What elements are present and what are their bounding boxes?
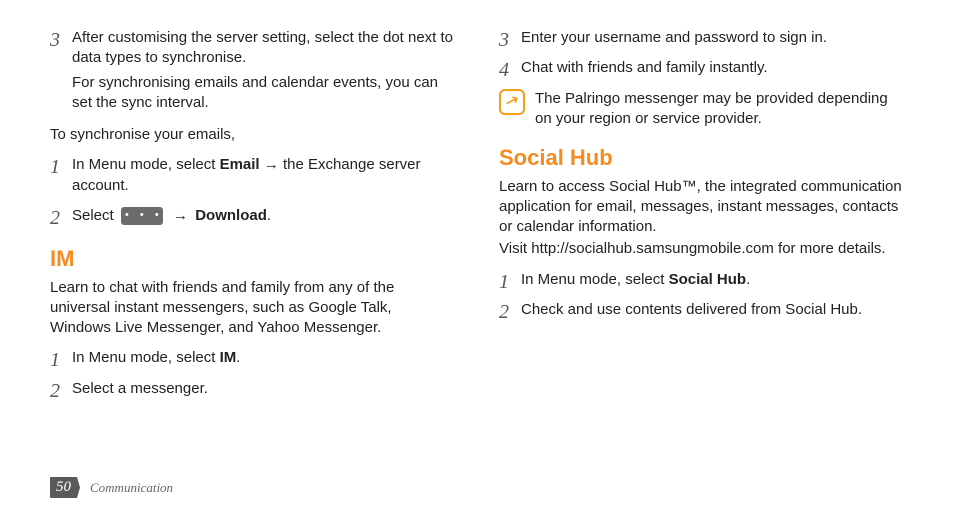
sh-intro-1: Learn to access Social Hub™, the integra… xyxy=(499,177,904,238)
step-text: In Menu mode, select Email → the Exchang… xyxy=(72,155,455,196)
note-icon xyxy=(499,89,525,115)
right-column: 3 Enter your username and password to si… xyxy=(499,28,904,409)
more-dots-icon: • • • xyxy=(121,207,163,225)
step-number: 2 xyxy=(499,300,521,324)
step-number: 1 xyxy=(50,155,72,200)
arrow: → xyxy=(169,207,192,224)
step-number: 3 xyxy=(50,28,72,117)
im-intro: Learn to chat with friends and family fr… xyxy=(50,278,455,339)
bold-download: Download xyxy=(195,207,267,224)
bold-im: IM xyxy=(220,349,237,366)
sync-intro: To synchronise your emails, xyxy=(50,125,455,145)
step-body: Check and use contents delivered from So… xyxy=(521,300,904,324)
step-body: In Menu mode, select Email → the Exchang… xyxy=(72,155,455,200)
step-text: In Menu mode, select IM. xyxy=(72,348,455,368)
step-body: In Menu mode, select IM. xyxy=(72,348,455,372)
text: . xyxy=(746,271,750,288)
section-title-social-hub: Social Hub xyxy=(499,143,904,173)
sh-step-2: 2 Check and use contents delivered from … xyxy=(499,300,904,324)
bold-social-hub: Social Hub xyxy=(669,271,747,288)
right-step-4: 4 Chat with friends and family instantly… xyxy=(499,58,904,82)
step-text: Check and use contents delivered from So… xyxy=(521,300,904,320)
step-number: 3 xyxy=(499,28,521,52)
section-title-im: IM xyxy=(50,244,455,274)
bold-email: Email xyxy=(220,156,260,173)
step-body: Enter your username and password to sign… xyxy=(521,28,904,52)
page-number: 50 xyxy=(50,477,80,498)
step-number: 1 xyxy=(50,348,72,372)
step-number: 2 xyxy=(50,379,72,403)
step-text: After customising the server setting, se… xyxy=(72,28,455,69)
step-text: Chat with friends and family instantly. xyxy=(521,58,904,78)
right-step-3: 3 Enter your username and password to si… xyxy=(499,28,904,52)
left-column: 3 After customising the server setting, … xyxy=(50,28,455,409)
step-text: Select a messenger. xyxy=(72,379,455,399)
text: . xyxy=(236,349,240,366)
sync-step-1: 1 In Menu mode, select Email → the Excha… xyxy=(50,155,455,200)
text: In Menu mode, select xyxy=(72,156,220,173)
text: In Menu mode, select xyxy=(521,271,669,288)
text: . xyxy=(267,207,271,224)
note-text: The Palringo messenger may be provided d… xyxy=(535,89,904,130)
step-text: Enter your username and password to sign… xyxy=(521,28,904,48)
step-body: In Menu mode, select Social Hub. xyxy=(521,270,904,294)
im-step-2: 2 Select a messenger. xyxy=(50,379,455,403)
step-body: After customising the server setting, se… xyxy=(72,28,455,117)
sh-step-1: 1 In Menu mode, select Social Hub. xyxy=(499,270,904,294)
step-number: 1 xyxy=(499,270,521,294)
step-3: 3 After customising the server setting, … xyxy=(50,28,455,117)
im-step-1: 1 In Menu mode, select IM. xyxy=(50,348,455,372)
text: In Menu mode, select xyxy=(72,349,220,366)
columns: 3 After customising the server setting, … xyxy=(50,28,904,409)
page: 3 After customising the server setting, … xyxy=(0,0,954,518)
text: Select xyxy=(72,207,118,224)
sync-step-2: 2 Select • • • → Download. xyxy=(50,206,455,230)
footer-section: Communication xyxy=(90,480,173,496)
footer: 50 Communication xyxy=(50,477,173,498)
step-body: Chat with friends and family instantly. xyxy=(521,58,904,82)
note: The Palringo messenger may be provided d… xyxy=(499,89,904,130)
step-number: 2 xyxy=(50,206,72,230)
step-text: Select • • • → Download. xyxy=(72,206,455,226)
step-body: Select • • • → Download. xyxy=(72,206,455,230)
step-number: 4 xyxy=(499,58,521,82)
sh-intro-2: Visit http://socialhub.samsungmobile.com… xyxy=(499,239,904,259)
step-text: In Menu mode, select Social Hub. xyxy=(521,270,904,290)
step-body: Select a messenger. xyxy=(72,379,455,403)
step-text: For synchronising emails and calendar ev… xyxy=(72,73,455,114)
